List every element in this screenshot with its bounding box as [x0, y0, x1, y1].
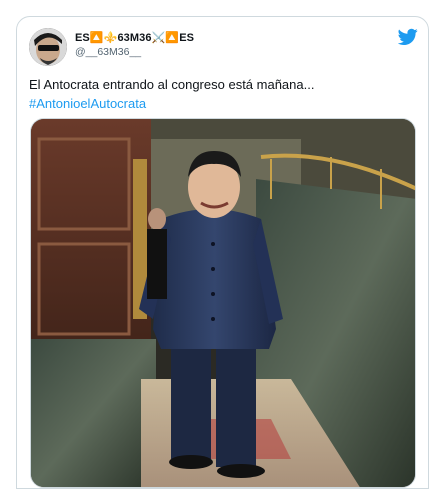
tweet-text: El Antocrata entrando al congreso está m… — [29, 75, 418, 113]
tweet-card[interactable]: ES🔼⚜️63M36⚔️🔼ES @__63M36__ El Antocrata … — [16, 16, 429, 489]
avatar[interactable] — [29, 28, 67, 66]
twitter-bird-icon[interactable] — [398, 28, 418, 46]
tweet-body: El Antocrata entrando al congreso está m… — [29, 77, 315, 92]
tweet-header: ES🔼⚜️63M36⚔️🔼ES @__63M36__ — [29, 28, 418, 68]
user-handle[interactable]: @__63M36__ — [75, 46, 194, 58]
photo-icon — [31, 119, 415, 487]
author-names[interactable]: ES🔼⚜️63M36⚔️🔼ES @__63M36__ — [75, 31, 194, 58]
tweet-photo[interactable] — [30, 118, 416, 488]
display-name[interactable]: ES🔼⚜️63M36⚔️🔼ES — [75, 31, 194, 44]
hashtag-link[interactable]: #AntonioelAutocrata — [29, 94, 418, 113]
